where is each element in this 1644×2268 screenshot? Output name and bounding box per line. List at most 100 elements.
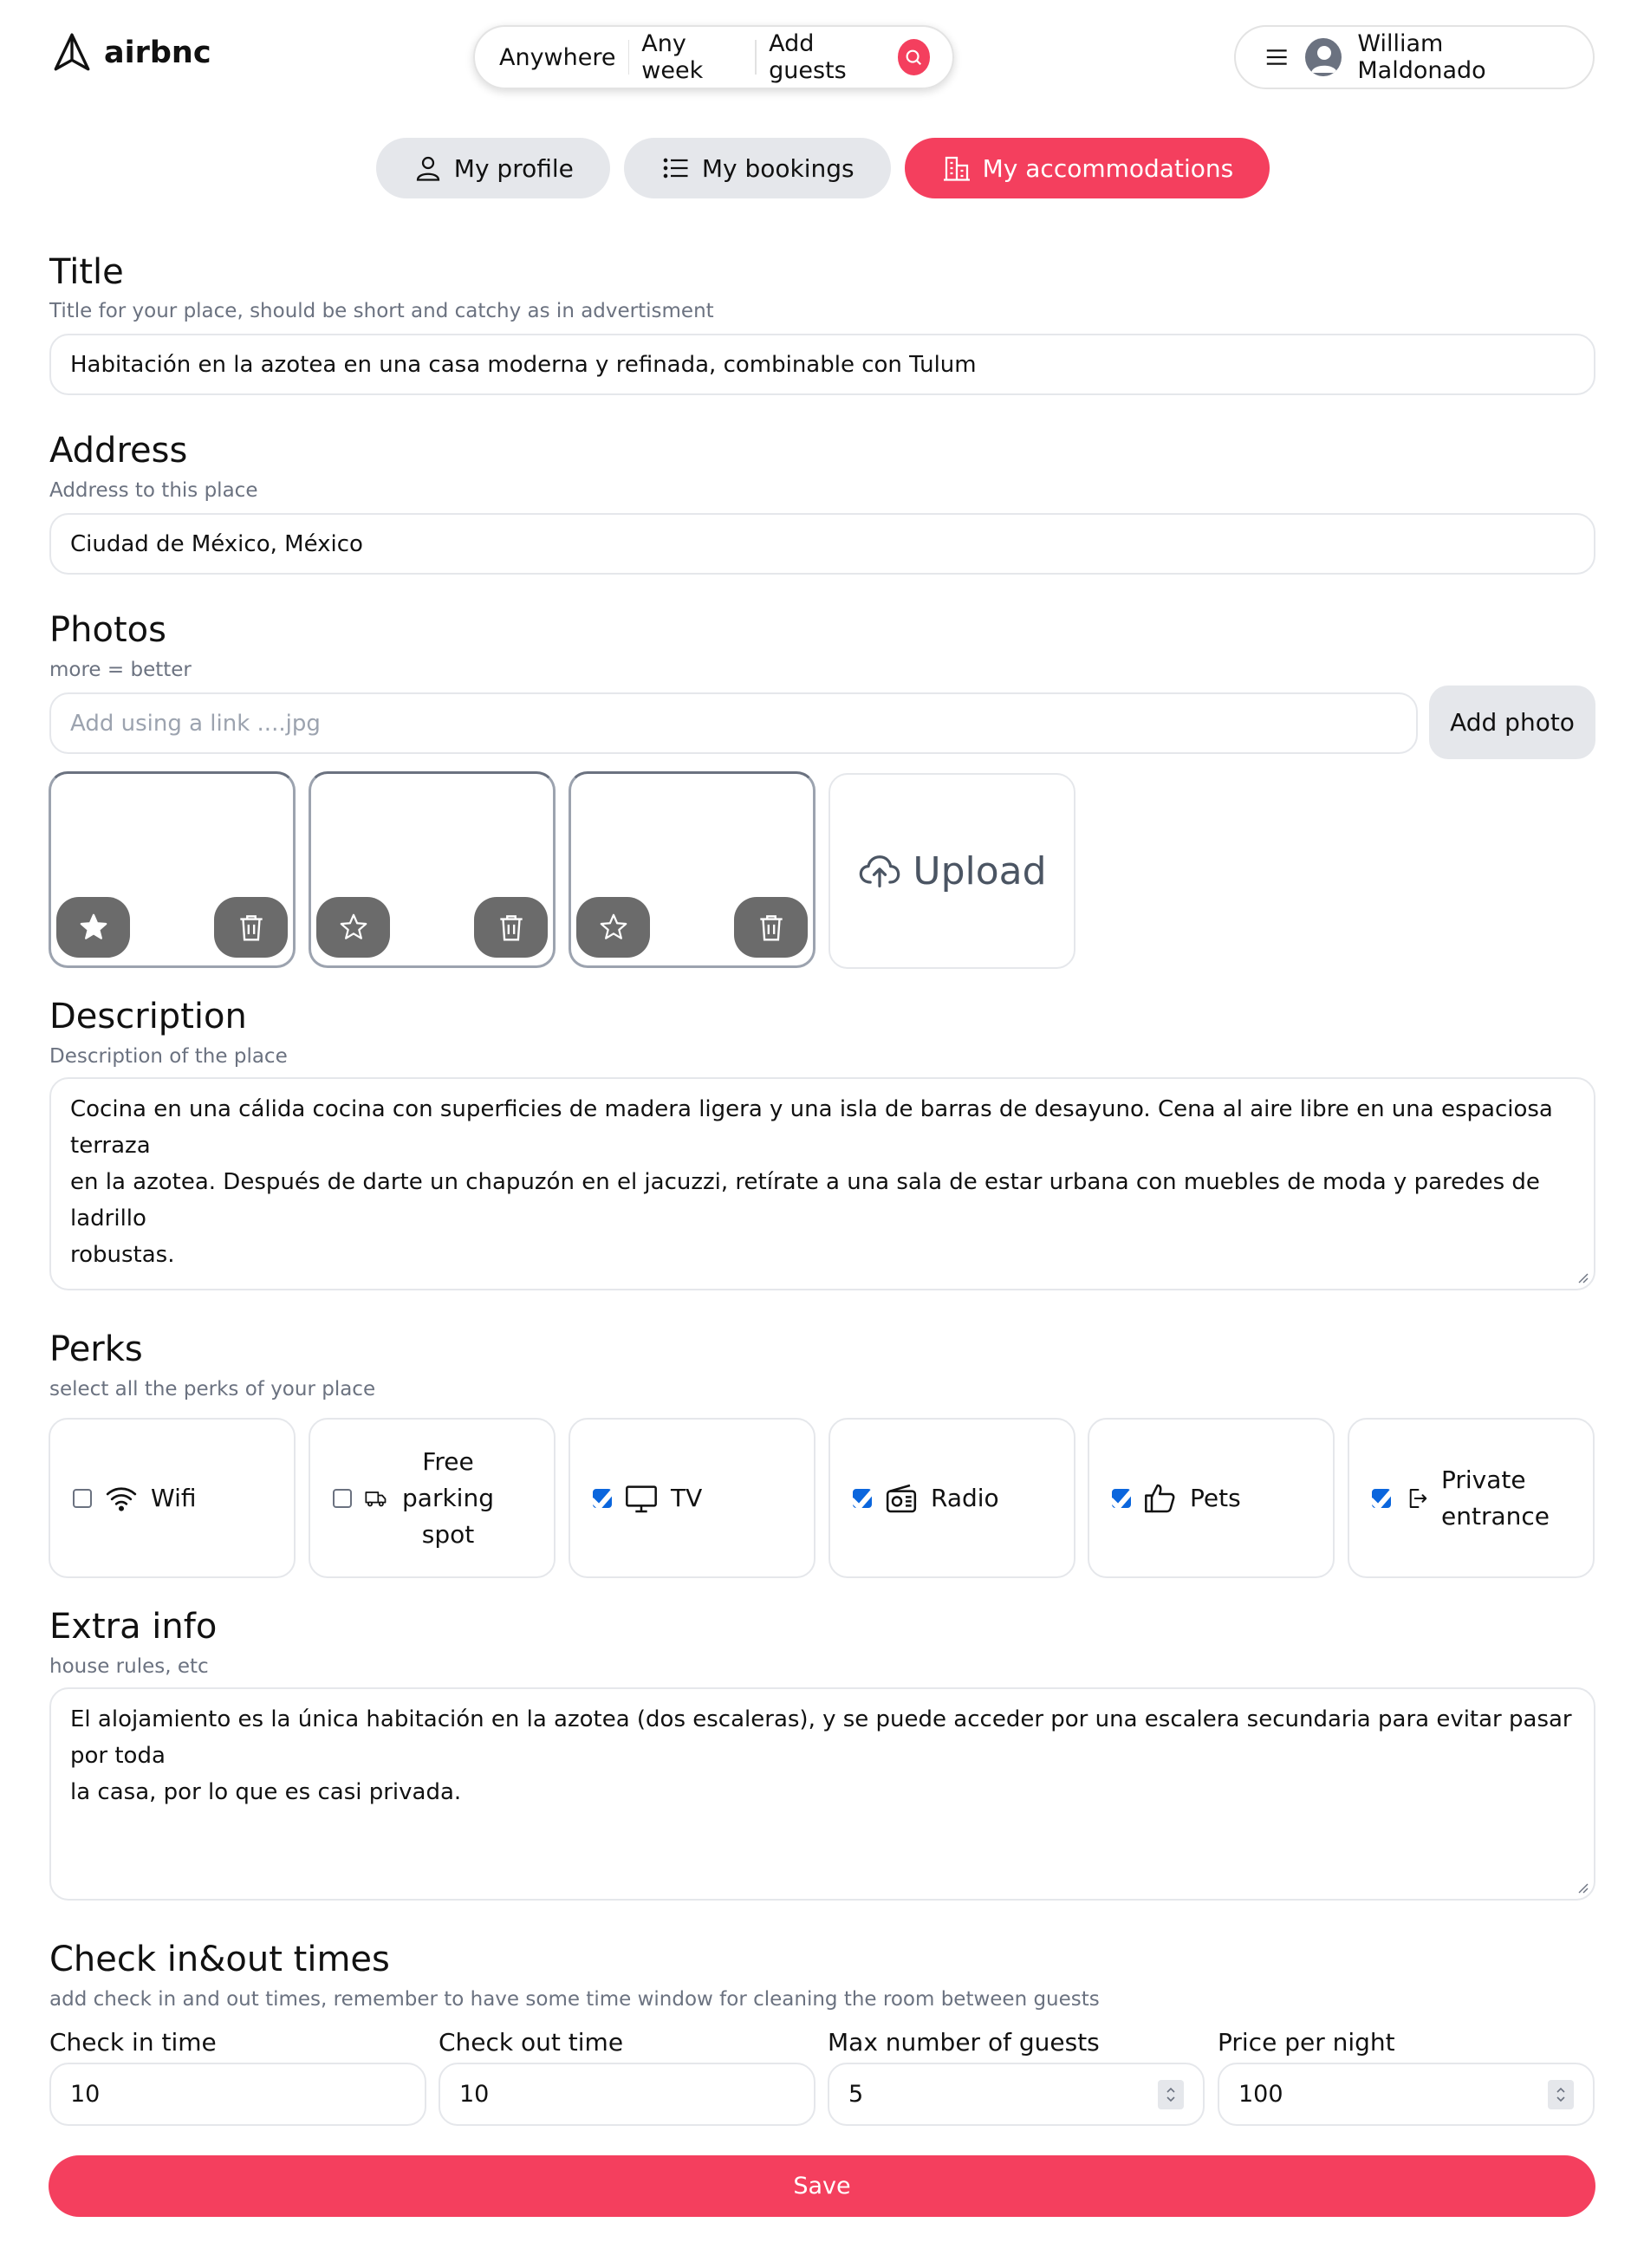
set-main-photo-button[interactable]: [576, 897, 650, 958]
perk-label: Radio: [931, 1483, 999, 1512]
entrance-icon: [1409, 1488, 1427, 1508]
perk-checkbox[interactable]: [1368, 1488, 1394, 1511]
check-icon: [1108, 1488, 1134, 1511]
perk-checkbox[interactable]: [73, 1488, 92, 1508]
description-textarea[interactable]: Cocina en una cálida cocina con superfic…: [49, 1077, 1595, 1290]
photo-link-input[interactable]: Add using a link ....jpg: [49, 692, 1418, 754]
perk-label: TV: [671, 1483, 703, 1512]
perk-checkbox[interactable]: [589, 1488, 615, 1511]
account-tabs: My profile My bookings My accommodations: [0, 138, 1644, 198]
check-in-value: 10: [70, 2081, 101, 2108]
perk-radio[interactable]: Radio: [828, 1418, 1075, 1578]
tab-my-profile[interactable]: My profile: [375, 138, 610, 198]
user-avatar-icon: [1311, 46, 1338, 73]
user-name: William Maldonado: [1357, 30, 1486, 84]
building-icon: [943, 156, 970, 181]
paper-plane-icon: [54, 33, 90, 71]
check-out-label: Check out time: [439, 2028, 624, 2057]
chevron-up-icon: [1166, 2087, 1175, 2093]
chevron-up-icon: [1556, 2087, 1565, 2093]
extra-info-line: la casa, por lo que es casi privada.: [70, 1779, 462, 1805]
search-icon: [906, 49, 922, 66]
title-input[interactable]: Habitación en la azotea en una casa mode…: [49, 334, 1595, 395]
max-guests-label: Max number of guests: [828, 2028, 1100, 2057]
star-outline-icon: [340, 913, 367, 939]
price-label: Price per night: [1218, 2028, 1395, 2057]
search-button[interactable]: [897, 39, 930, 75]
upload-photo-button[interactable]: Upload: [828, 773, 1075, 969]
address-heading: Address: [49, 431, 188, 471]
delete-photo-button[interactable]: [474, 897, 548, 958]
perk-private-entrance[interactable]: Private entrance: [1348, 1418, 1595, 1578]
perk-label: Wifi: [151, 1483, 197, 1512]
photo-thumbnail[interactable]: [569, 771, 816, 968]
user-menu[interactable]: William Maldonado: [1234, 25, 1595, 89]
upload-label: Upload: [913, 848, 1047, 894]
perk-pets[interactable]: Pets: [1088, 1418, 1335, 1578]
resize-handle-icon[interactable]: [1575, 1880, 1589, 1894]
address-hint: Address to this place: [49, 479, 258, 502]
checkin-heading: Check in&out times: [49, 1940, 390, 1979]
cloud-upload-icon: [860, 855, 900, 887]
add-photo-button[interactable]: Add photo: [1429, 686, 1595, 759]
delete-photo-button[interactable]: [214, 897, 288, 958]
max-guests-value: 5: [848, 2081, 864, 2108]
perk-label: Pets: [1190, 1483, 1241, 1512]
check-in-input[interactable]: 10: [49, 2063, 426, 2126]
hamburger-menu-icon: [1266, 49, 1287, 65]
trash-icon: [499, 915, 523, 941]
star-outline-icon: [600, 913, 627, 939]
radio-icon: [886, 1484, 917, 1512]
trash-icon: [239, 915, 263, 941]
photos-heading: Photos: [49, 610, 166, 650]
tab-my-accommodations[interactable]: My accommodations: [904, 138, 1270, 198]
set-main-photo-button[interactable]: [56, 897, 130, 958]
tab-label: My profile: [453, 153, 574, 183]
perk-checkbox[interactable]: [333, 1488, 352, 1508]
chevron-down-icon: [1556, 2096, 1565, 2102]
set-main-photo-button[interactable]: [316, 897, 390, 958]
perks-heading: Perks: [49, 1329, 143, 1369]
logo[interactable]: airbnc: [50, 31, 211, 75]
check-icon: [849, 1488, 875, 1511]
number-spinner[interactable]: [1158, 2079, 1184, 2109]
extra-info-hint: house rules, etc: [49, 1655, 209, 1678]
perk-checkbox[interactable]: [1108, 1488, 1134, 1511]
photo-thumbnail[interactable]: [49, 771, 296, 968]
tab-label: My accommodations: [982, 153, 1234, 183]
checkin-hint: add check in and out times, remember to …: [49, 1988, 1100, 2011]
thumb-up-icon: [1145, 1484, 1175, 1512]
star-filled-icon: [80, 913, 107, 939]
description-hint: Description of the place: [49, 1045, 288, 1068]
user-icon: [416, 156, 439, 181]
check-icon: [589, 1488, 615, 1511]
resize-handle-icon[interactable]: [1575, 1270, 1589, 1283]
search-anywhere[interactable]: Anywhere: [499, 44, 628, 71]
address-input[interactable]: Ciudad de México, México: [49, 513, 1595, 575]
search-add-guests[interactable]: Add guests: [757, 30, 897, 84]
perk-checkbox[interactable]: [849, 1488, 875, 1511]
price-input[interactable]: 100: [1218, 2063, 1595, 2126]
extra-info-textarea[interactable]: El alojamiento es la única habitación en…: [49, 1687, 1595, 1901]
search-any-week[interactable]: Any week: [629, 30, 755, 84]
number-spinner[interactable]: [1548, 2079, 1574, 2109]
perk-tv[interactable]: TV: [569, 1418, 816, 1578]
save-button[interactable]: Save: [49, 2155, 1595, 2217]
search-bar[interactable]: Anywhere Any week Add guests: [473, 25, 954, 89]
delete-photo-button[interactable]: [734, 897, 808, 958]
tv-icon: [626, 1485, 657, 1512]
check-out-input[interactable]: 10: [439, 2063, 816, 2126]
check-icon: [1368, 1488, 1394, 1511]
price-value: 100: [1238, 2081, 1283, 2108]
wifi-icon: [106, 1486, 137, 1511]
photo-thumbnail[interactable]: [309, 771, 556, 968]
perk-wifi[interactable]: Wifi: [49, 1418, 296, 1578]
description-line: robustas.: [70, 1242, 175, 1268]
tab-my-bookings[interactable]: My bookings: [623, 138, 891, 198]
check-out-value: 10: [459, 2081, 490, 2108]
truck-icon: [365, 1491, 387, 1506]
max-guests-input[interactable]: 5: [828, 2063, 1205, 2126]
extra-info-heading: Extra info: [49, 1607, 218, 1647]
perk-free-parking[interactable]: Free parking spot: [309, 1418, 556, 1578]
description-line: en la azotea. Después de darte un chapuz…: [70, 1169, 1540, 1231]
